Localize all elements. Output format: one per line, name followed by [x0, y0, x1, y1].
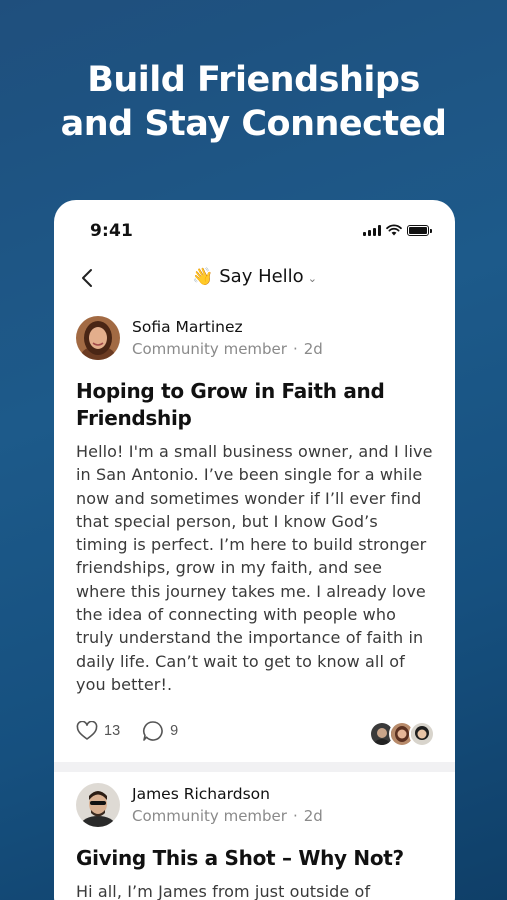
post-age: 2d — [303, 807, 323, 825]
phone-screen: 9:41 👋 Say Hello ⌄ Sofia Martinez Commun… — [54, 200, 455, 900]
like-count: 13 — [104, 723, 121, 739]
post-card[interactable]: James Richardson Community member · 2d Giv… — [54, 783, 455, 900]
nav-bar: 👋 Say Hello ⌄ — [54, 258, 455, 298]
author-meta: Community member · 2d — [132, 807, 323, 825]
post-body: Hello! I'm a small business owner, and I… — [76, 442, 433, 694]
chevron-down-icon: ⌄ — [307, 272, 317, 285]
status-time: 9:41 — [90, 221, 134, 241]
post-author[interactable]: James Richardson Community member · 2d — [54, 783, 455, 827]
comment-button[interactable]: 9 — [142, 720, 178, 742]
signal-icon — [363, 224, 381, 236]
post-title[interactable]: Hoping to Grow in Faith and Friendship — [76, 378, 433, 432]
promo-headline: Build Friendships and Stay Connected — [0, 58, 507, 146]
post-body: Hi all, I’m James from just outside of B… — [76, 882, 371, 900]
wifi-icon — [386, 224, 402, 236]
author-meta: Community member · 2d — [132, 340, 323, 358]
status-bar: 9:41 — [54, 200, 455, 260]
author-role: Community member — [132, 340, 287, 358]
post-title[interactable]: Giving This a Shot – Why Not? — [76, 845, 433, 872]
author-name[interactable]: James Richardson — [132, 785, 323, 803]
author-role: Community member — [132, 807, 287, 825]
post-author[interactable]: Sofia Martinez Community member · 2d — [54, 316, 455, 360]
avatar[interactable] — [76, 316, 120, 360]
battery-icon — [407, 224, 432, 236]
channel-selector[interactable]: 👋 Say Hello ⌄ — [54, 266, 455, 287]
participant-avatars[interactable] — [369, 721, 435, 747]
meta-separator: · — [292, 340, 298, 358]
author-name[interactable]: Sofia Martinez — [132, 318, 323, 336]
post-actions: 13 9 — [76, 720, 178, 742]
meta-separator: · — [292, 807, 298, 825]
post-age: 2d — [303, 340, 323, 358]
headline-line-2: and Stay Connected — [60, 104, 447, 144]
avatar[interactable] — [76, 783, 120, 827]
comment-count: 9 — [170, 723, 179, 739]
post-card[interactable]: Sofia Martinez Community member · 2d Hopin… — [54, 316, 455, 696]
comment-icon — [143, 721, 163, 741]
avatar — [409, 721, 435, 747]
post-divider — [54, 762, 455, 772]
channel-title: Say Hello — [219, 266, 304, 287]
like-button[interactable]: 13 — [76, 721, 120, 741]
heart-icon — [76, 721, 98, 740]
waving-hand-icon: 👋 — [192, 267, 214, 287]
headline-line-1: Build Friendships — [87, 60, 420, 100]
status-icons — [363, 224, 432, 236]
